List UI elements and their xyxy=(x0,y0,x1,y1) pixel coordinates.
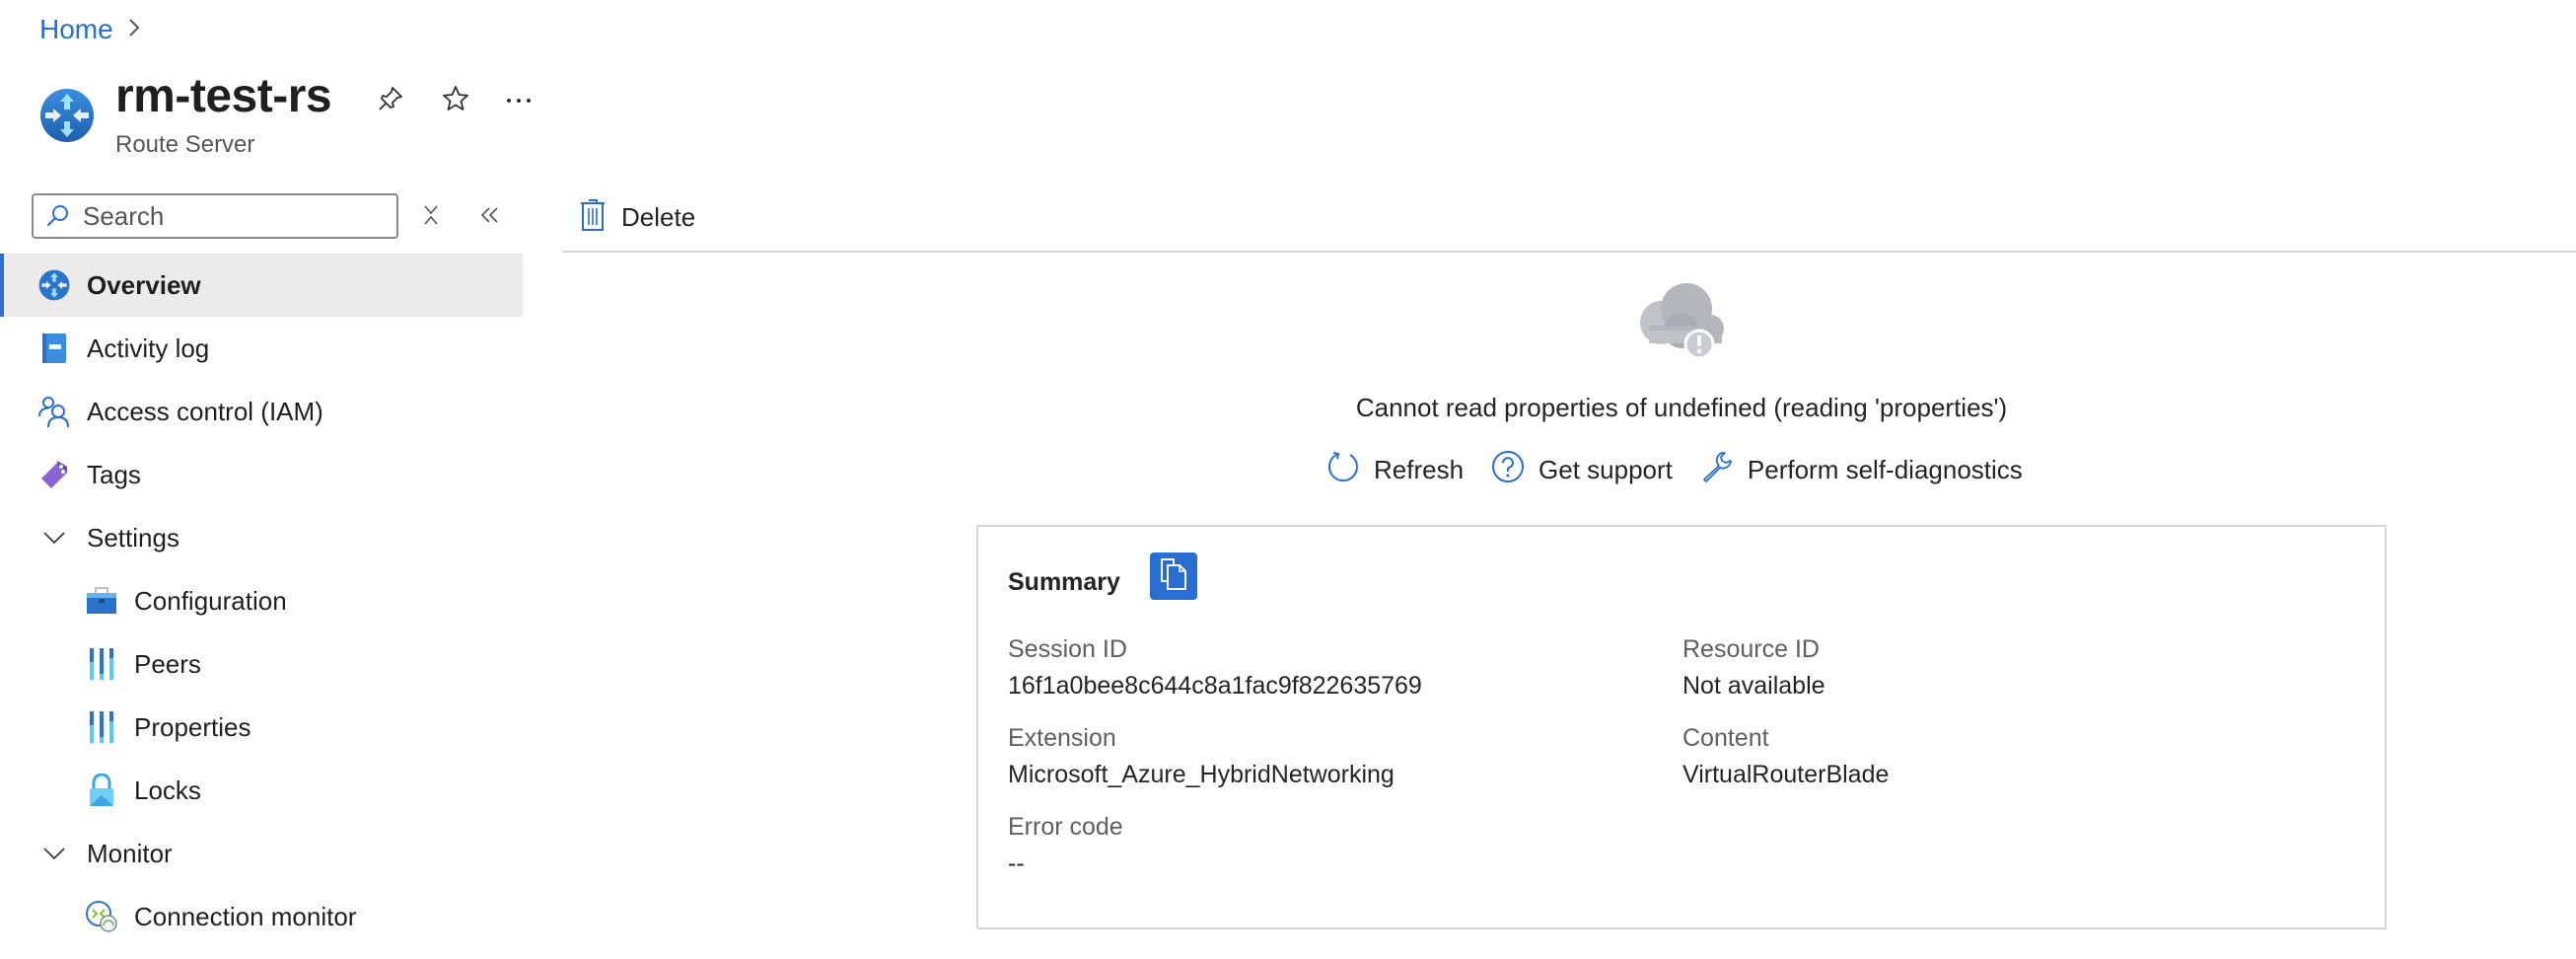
breadcrumb: Home xyxy=(39,14,141,45)
clear-search-button[interactable] xyxy=(415,201,447,233)
pin-button[interactable] xyxy=(375,85,406,116)
toolbar-divider xyxy=(562,251,2576,253)
delete-button[interactable]: Delete xyxy=(580,193,695,241)
content-value: VirtualRouterBlade xyxy=(1682,761,1890,788)
trash-icon xyxy=(580,198,606,237)
sidebar-item-label: Activity log xyxy=(87,332,210,363)
sidebar-item-label: Properties xyxy=(134,711,251,742)
page-title: rm-test-rs xyxy=(115,70,332,122)
sidebar-group-settings[interactable]: Settings xyxy=(0,506,523,569)
copy-summary-button[interactable] xyxy=(1150,553,1197,600)
pin-icon xyxy=(377,85,404,117)
activity-log-icon xyxy=(37,332,71,365)
field-label: Extension xyxy=(1008,724,1116,752)
collapse-all-icon xyxy=(420,203,442,232)
get-support-button[interactable]: Get support xyxy=(1491,450,1673,490)
get-support-label: Get support xyxy=(1538,455,1673,484)
sidebar-group-monitor[interactable]: Monitor xyxy=(0,822,523,885)
sidebar-item-activity-log[interactable]: Activity log xyxy=(0,317,523,380)
sidebar-search xyxy=(32,193,398,239)
field-label: Resource ID xyxy=(1682,635,1820,663)
session-id-field: Session ID 16f1a0bee8c644c8a1fac9f822635… xyxy=(1008,635,1422,701)
sidebar-item-configuration[interactable]: Configuration xyxy=(0,569,523,632)
self-diagnostics-button[interactable]: Perform self-diagnostics xyxy=(1700,450,2023,490)
sidebar-item-peers[interactable]: Peers xyxy=(0,632,523,696)
chevron-down-icon xyxy=(37,837,71,870)
lock-icon xyxy=(85,774,118,807)
sidebar-item-label: Peers xyxy=(134,648,201,679)
error-message: Cannot read properties of undefined (rea… xyxy=(1355,393,2008,422)
double-chevron-left-icon xyxy=(479,205,501,230)
error-code-field: Error code -- xyxy=(1008,813,1123,878)
resource-type: Route Server xyxy=(115,131,255,158)
content-field: Content VirtualRouterBlade xyxy=(1682,724,1889,789)
extension-field: Extension Microsoft_Azure_HybridNetworki… xyxy=(1008,724,1395,789)
extension-value: Microsoft_Azure_HybridNetworking xyxy=(1008,761,1395,788)
sidebar-group-label: Monitor xyxy=(87,838,173,868)
sidebar-item-connection-monitor[interactable]: Connection monitor xyxy=(0,885,523,948)
refresh-button[interactable]: Refresh xyxy=(1326,450,1464,490)
error-summary-card: Summary Session ID 16f1a0bee8c644c8a1fac… xyxy=(976,525,2387,929)
sidebar-item-label: Connection monitor xyxy=(134,901,357,931)
resource-id-value: Not available xyxy=(1682,672,1825,700)
refresh-label: Refresh xyxy=(1374,455,1465,484)
toolbox-icon xyxy=(85,584,118,618)
error-actions: Refresh Get support Perform self-diagnos… xyxy=(1326,450,2050,490)
favorite-button[interactable] xyxy=(440,85,471,116)
route-server-icon xyxy=(39,88,95,143)
tag-icon xyxy=(37,458,71,491)
connection-monitor-icon xyxy=(85,900,118,933)
ellipsis-icon xyxy=(505,92,533,110)
properties-bars-icon xyxy=(85,647,118,681)
sidebar-item-overview[interactable]: Overview xyxy=(0,254,523,317)
sidebar-item-label: Tags xyxy=(87,459,141,489)
sidebar-item-locks[interactable]: Locks xyxy=(0,759,523,822)
error-code-value: -- xyxy=(1008,849,1025,877)
self-diagnostics-label: Perform self-diagnostics xyxy=(1747,455,2023,484)
sidebar-group-label: Settings xyxy=(87,522,179,553)
resource-id-field: Resource ID Not available xyxy=(1682,635,1825,701)
breadcrumb-home-link[interactable]: Home xyxy=(39,14,113,45)
sidebar-search-input[interactable] xyxy=(81,199,381,233)
session-id-value: 16f1a0bee8c644c8a1fac9f822635769 xyxy=(1008,672,1422,700)
help-icon xyxy=(1491,450,1538,490)
sidebar-item-label: Overview xyxy=(87,269,201,300)
properties-bars-icon xyxy=(85,710,118,744)
summary-title: Summary xyxy=(1008,568,1120,596)
sidebar-item-tags[interactable]: Tags xyxy=(0,443,523,506)
more-options-button[interactable] xyxy=(503,85,535,116)
star-icon xyxy=(441,84,470,118)
field-label: Content xyxy=(1682,724,1769,752)
cloud-error-icon xyxy=(1627,281,1736,360)
breadcrumb-chevron-icon xyxy=(127,15,141,45)
copy-icon xyxy=(1159,557,1188,596)
delete-label: Delete xyxy=(621,201,696,232)
sidebar-item-properties[interactable]: Properties xyxy=(0,696,523,759)
refresh-icon xyxy=(1326,450,1374,490)
route-server-icon xyxy=(37,268,71,302)
search-icon xyxy=(46,205,68,227)
field-label: Session ID xyxy=(1008,635,1127,663)
sidebar-item-label: Configuration xyxy=(134,585,287,616)
chevron-down-icon xyxy=(37,521,71,554)
field-label: Error code xyxy=(1008,813,1123,841)
wrench-icon xyxy=(1700,450,1748,490)
sidebar-nav: Overview Activity log Access control (IA… xyxy=(0,254,523,948)
sidebar-item-label: Locks xyxy=(134,775,201,805)
collapse-sidebar-button[interactable] xyxy=(474,201,506,233)
